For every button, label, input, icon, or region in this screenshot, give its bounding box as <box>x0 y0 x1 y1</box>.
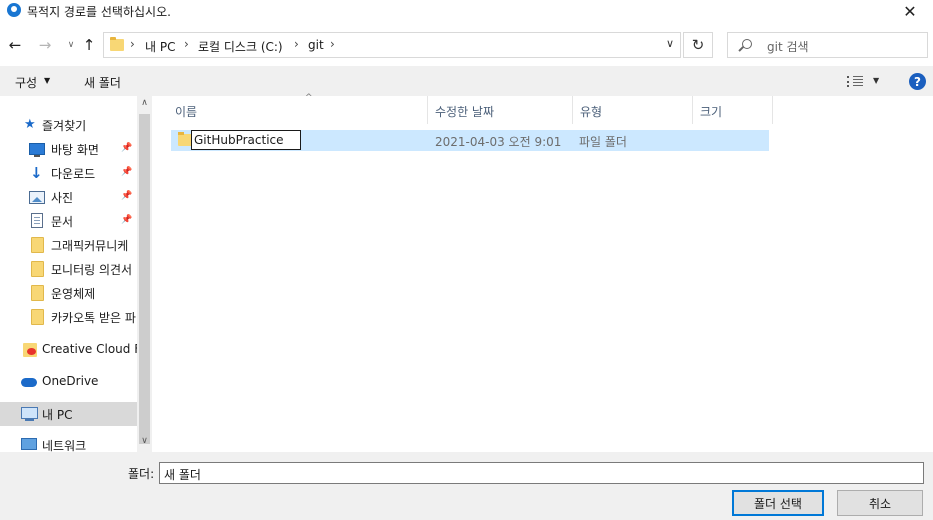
sidebar-item-label: 그래픽커뮤니케 <box>51 239 129 253</box>
forward-button[interactable]: → <box>36 35 54 55</box>
sidebar-item-label: 운영체제 <box>51 287 96 301</box>
creative-cloud-icon <box>23 343 37 357</box>
organize-menu[interactable]: 구성 <box>15 74 37 91</box>
pin-icon[interactable]: 📌 <box>121 191 132 201</box>
sidebar-item-onedrive[interactable]: OneDrive <box>0 370 137 394</box>
folder-icon <box>110 37 124 51</box>
sidebar-item-desktop[interactable]: 바탕 화면 📌 <box>0 137 137 161</box>
sidebar-item-this-pc[interactable]: 내 PC <box>0 402 137 426</box>
sidebar-item-label: Creative Cloud Fil <box>42 342 147 356</box>
sidebar-item-label: OneDrive <box>42 374 99 388</box>
documents-icon <box>31 213 43 228</box>
help-icon[interactable]: ? <box>909 73 926 90</box>
cancel-button[interactable]: 취소 <box>837 490 923 516</box>
breadcrumb-this-pc[interactable]: 내 PC <box>145 38 175 55</box>
sidebar-item-label: 사진 <box>51 191 74 205</box>
column-header-name[interactable]: 이름 ^ <box>168 93 428 124</box>
star-icon: ★ <box>24 117 36 132</box>
view-details-icon[interactable] <box>847 76 863 87</box>
column-header-type[interactable]: 유형 <box>573 96 693 124</box>
sidebar-item-folder[interactable]: 그래픽커뮤니케 <box>0 233 137 257</box>
dialog-footer: 폴더: 새 폴더 폴더 선택 취소 <box>0 452 933 520</box>
sidebar-item-label: 내 PC <box>42 408 73 422</box>
column-header-label: 수정한 날짜 <box>435 105 495 119</box>
breadcrumb-separator[interactable]: › <box>130 37 135 51</box>
breadcrumb-git[interactable]: git <box>308 38 324 52</box>
sidebar-item-pictures[interactable]: 사진 📌 <box>0 185 137 209</box>
column-header-size[interactable]: 크기 <box>693 96 773 124</box>
address-dropdown-icon[interactable]: ∨ <box>666 37 674 50</box>
column-header-modified[interactable]: 수정한 날짜 <box>428 96 573 124</box>
column-header-label: 유형 <box>580 105 603 119</box>
sidebar-item-documents[interactable]: 문서 📌 <box>0 209 137 233</box>
folder-icon <box>31 285 44 301</box>
scrollbar-thumb[interactable] <box>139 114 150 444</box>
sort-ascending-icon: ^ <box>305 93 313 103</box>
onedrive-icon <box>21 378 37 387</box>
sidebar-item-creative-cloud[interactable]: Creative Cloud Fil <box>0 338 147 362</box>
sidebar-item-label: 네트워크 <box>42 439 87 452</box>
network-icon <box>21 438 37 450</box>
breadcrumb-separator[interactable]: › <box>184 37 189 51</box>
title-bar: 목적지 경로를 선택하십시오. ✕ <box>0 0 933 22</box>
sidebar-item-folder[interactable]: 모니터링 의견서 <box>0 257 137 281</box>
download-icon: ↓ <box>30 164 43 182</box>
sidebar-item-label: 문서 <box>51 215 74 229</box>
select-folder-button[interactable]: 폴더 선택 <box>732 490 824 516</box>
folder-picker-dialog: 목적지 경로를 선택하십시오. ✕ ← → ∨ ↑ › 내 PC › 로컬 디스… <box>0 0 933 520</box>
sidebar-item-downloads[interactable]: ↓ 다운로드 📌 <box>0 161 137 185</box>
table-row[interactable]: GitHubPractice 2021-04-03 오전 9:01 파일 폴더 <box>171 130 769 151</box>
sidebar-item-label: 바탕 화면 <box>51 143 99 157</box>
search-placeholder[interactable]: git 검색 <box>767 38 809 55</box>
sidebar-item-label: 모니터링 의견서 <box>51 263 133 277</box>
recent-locations-button[interactable]: ∨ <box>62 35 80 55</box>
folder-label: 폴더: <box>128 467 155 481</box>
desktop-icon <box>29 143 45 157</box>
window-title: 목적지 경로를 선택하십시오. <box>27 5 171 19</box>
breadcrumb-local-disk[interactable]: 로컬 디스크 (C:) <box>198 38 283 55</box>
refresh-button[interactable]: ↻ <box>683 32 713 58</box>
navigation-pane: ★ 즐겨찾기 바탕 화면 📌 ↓ 다운로드 📌 사진 📌 문서 📌 그래픽커뮤니… <box>0 96 152 452</box>
navigation-scrollbar[interactable]: ∧ ∨ <box>137 96 152 452</box>
folder-icon <box>31 237 44 253</box>
command-bar: 구성 ▼ 새 폴더 ▼ ? <box>0 66 933 96</box>
search-box[interactable]: git 검색 <box>727 32 928 58</box>
back-button[interactable]: ← <box>6 35 24 55</box>
folder-name-input[interactable]: 새 폴더 <box>159 462 924 484</box>
rename-input[interactable]: GitHubPractice <box>191 130 301 150</box>
new-folder-button[interactable]: 새 폴더 <box>84 74 121 91</box>
view-caret-icon[interactable]: ▼ <box>873 76 879 85</box>
address-bar[interactable]: › 내 PC › 로컬 디스크 (C:) › git › ∨ <box>103 32 681 58</box>
sidebar-item-favorites[interactable]: ★ 즐겨찾기 <box>0 113 137 137</box>
sidebar-item-label: 다운로드 <box>51 167 96 181</box>
row-modified: 2021-04-03 오전 9:01 <box>435 135 562 149</box>
sidebar-item-network[interactable]: 네트워크 <box>0 433 137 452</box>
pin-icon[interactable]: 📌 <box>121 143 132 153</box>
folder-icon <box>178 132 192 146</box>
file-list: 이름 ^ 수정한 날짜 유형 크기 GitHubPractice 2021-04… <box>157 93 933 452</box>
pin-icon[interactable]: 📌 <box>121 215 132 225</box>
folder-icon <box>31 261 44 277</box>
location-pin-icon <box>7 3 21 17</box>
sidebar-item-label: 즐겨찾기 <box>42 119 87 133</box>
row-type: 파일 폴더 <box>579 135 627 149</box>
scroll-up-icon[interactable]: ∧ <box>137 98 152 112</box>
close-button[interactable]: ✕ <box>887 0 933 22</box>
column-header-label: 크기 <box>700 105 723 119</box>
search-icon <box>742 39 752 49</box>
scroll-down-icon[interactable]: ∨ <box>137 436 152 450</box>
pin-icon[interactable]: 📌 <box>121 167 132 177</box>
folder-icon <box>31 309 44 325</box>
column-header-label: 이름 <box>175 105 198 119</box>
pictures-icon <box>29 191 45 204</box>
breadcrumb-separator[interactable]: › <box>330 37 335 51</box>
sidebar-item-folder[interactable]: 운영체제 <box>0 281 137 305</box>
organize-caret-icon[interactable]: ▼ <box>44 76 50 85</box>
sidebar-item-label: 카카오톡 받은 파 <box>51 311 136 325</box>
sidebar-item-folder[interactable]: 카카오톡 받은 파 <box>0 305 137 329</box>
up-button[interactable]: ↑ <box>80 35 98 55</box>
breadcrumb-separator[interactable]: › <box>294 37 299 51</box>
pc-icon <box>21 407 38 421</box>
